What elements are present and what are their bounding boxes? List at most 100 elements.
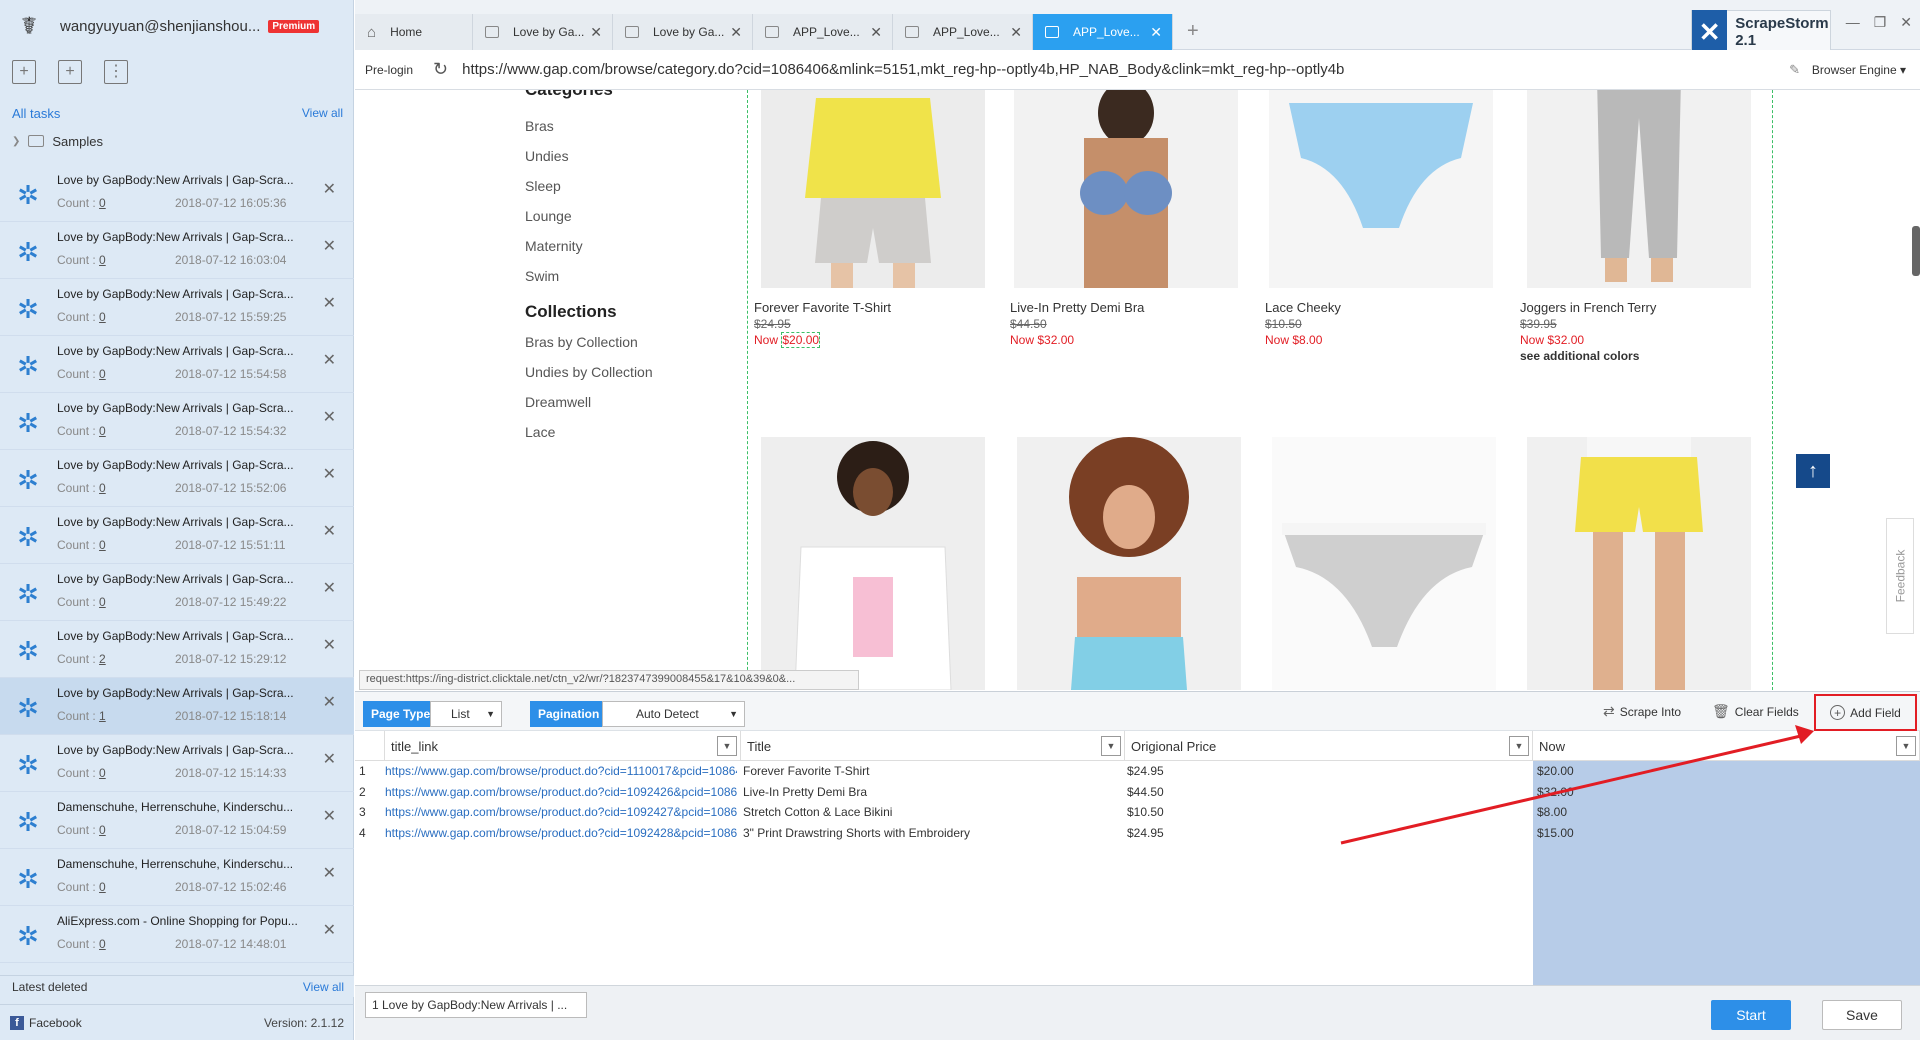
count-value[interactable]: 0 [99, 481, 106, 495]
count-value[interactable]: 0 [99, 823, 106, 837]
scrape-into-button[interactable]: ⇄ Scrape Into [1603, 703, 1681, 720]
url-field[interactable]: https://www.gap.com/browse/category.do?c… [462, 61, 1344, 78]
task-item[interactable]: ✲ Damenschuhe, Herrenschuhe, Kinderschu..… [0, 849, 354, 906]
task-name[interactable]: Damenschuhe, Herrenschuhe, Kinderschu... [57, 800, 302, 814]
clear-fields-button[interactable]: 🗑 Clear Fields [1712, 703, 1799, 720]
close-icon[interactable]: ✕ [323, 350, 336, 370]
task-item[interactable]: ✲ Love by GapBody:New Arrivals | Gap-Scra… [0, 564, 354, 621]
close-icon[interactable]: ✕ [323, 521, 336, 541]
column-menu-icon[interactable]: ▼ [1509, 736, 1529, 756]
view-all-deleted-link[interactable]: View all [303, 980, 344, 994]
count-value[interactable]: 0 [99, 196, 106, 210]
column-header[interactable]: Origional Price ▼ [1125, 731, 1533, 761]
task-item[interactable]: ✲ Love by GapBody:New Arrivals | Gap-Scra… [0, 735, 354, 792]
task-name[interactable]: Love by GapBody:New Arrivals | Gap-Scra.… [57, 173, 302, 187]
category-link[interactable]: Sleep [525, 178, 613, 208]
task-name[interactable]: AliExpress.com - Online Shopping for Pop… [57, 914, 302, 928]
task-item[interactable]: ✲ Love by GapBody:New Arrivals | Gap-Scra… [0, 621, 354, 678]
cell-now[interactable]: $15.00 [1533, 822, 1920, 843]
task-name[interactable]: Love by GapBody:New Arrivals | Gap-Scra.… [57, 686, 302, 700]
cell-original-price[interactable]: $24.95 [1123, 761, 1531, 781]
new-folder-icon[interactable]: + [58, 60, 82, 84]
user-email[interactable]: wangyuyuan@shenjianshou... [60, 18, 260, 35]
close-icon[interactable]: ✕ [323, 863, 336, 883]
start-button[interactable]: Start [1711, 1000, 1791, 1030]
close-icon[interactable]: ✕ [590, 24, 602, 41]
product-card[interactable]: Joggers in French Terry $39.95 Now $32.0… [1520, 90, 1751, 363]
samples-folder[interactable]: ❯ Samples [0, 126, 353, 156]
cell-original-price[interactable]: $10.50 [1123, 802, 1531, 822]
task-name[interactable]: Love by GapBody:New Arrivals | Gap-Scra.… [57, 515, 302, 529]
cell-now[interactable]: $8.00 [1533, 802, 1920, 822]
close-icon[interactable]: ✕ [1150, 24, 1162, 41]
cell-now[interactable]: $32.00 [1533, 781, 1920, 802]
product-image[interactable] [1269, 90, 1493, 288]
cell-title[interactable]: Stretch Cotton & Lace Bikini [739, 802, 1123, 822]
tab-task-4[interactable]: APP_Love... ✕ [893, 14, 1033, 50]
restore-icon[interactable]: ❐ [1874, 14, 1887, 31]
page-scrollbar-thumb[interactable] [1912, 226, 1920, 276]
product-card[interactable] [1272, 437, 1502, 690]
task-item[interactable]: ✲ Love by GapBody:New Arrivals | Gap-Scra… [0, 507, 354, 564]
category-link[interactable]: Bras [525, 118, 613, 148]
close-icon[interactable]: ✕ [1010, 24, 1022, 41]
task-name[interactable]: Love by GapBody:New Arrivals | Gap-Scra.… [57, 743, 302, 757]
task-item[interactable]: ✲AliExpress.com - Online Shopping for Po… [0, 963, 354, 965]
task-name[interactable]: Love by GapBody:New Arrivals | Gap-Scra.… [57, 287, 302, 301]
close-icon[interactable]: ✕ [323, 635, 336, 655]
trash-icon[interactable]: ⋮ [104, 60, 128, 84]
tab-task-5-active[interactable]: APP_Love... ✕ [1033, 14, 1173, 50]
product-image[interactable] [761, 437, 985, 690]
cell-original-price[interactable]: $24.95 [1123, 823, 1531, 843]
count-value[interactable]: 0 [99, 367, 106, 381]
close-icon[interactable]: ✕ [323, 179, 336, 199]
cell-title[interactable]: Forever Favorite T-Shirt [739, 761, 1123, 781]
collection-link[interactable]: Dreamwell [525, 394, 653, 424]
close-icon[interactable]: ✕ [323, 407, 336, 427]
see-additional-colors-link[interactable]: see additional colors [1520, 349, 1750, 363]
close-icon[interactable]: ✕ [323, 749, 336, 769]
close-icon[interactable]: ✕ [323, 692, 336, 712]
task-item[interactable]: ✲ Love by GapBody:New Arrivals | Gap-Scra… [0, 393, 354, 450]
task-item[interactable]: ✲ Love by GapBody:New Arrivals | Gap-Scra… [0, 222, 354, 279]
view-all-link[interactable]: View all [302, 106, 343, 120]
collection-link[interactable]: Lace [525, 424, 653, 454]
task-name[interactable]: Love by GapBody:New Arrivals | Gap-Scra.… [57, 401, 302, 415]
table-row[interactable]: 2 https://www.gap.com/browse/product.do?c… [355, 781, 1920, 802]
task-item[interactable]: ✲AliExpress.com - Online Shopping for Po… [0, 906, 354, 963]
table-row[interactable]: 4 https://www.gap.com/browse/product.do?c… [355, 822, 1920, 843]
add-field-button[interactable]: + Add Field [1814, 694, 1917, 731]
cell-title[interactable]: Live-In Pretty Demi Bra [739, 782, 1123, 802]
task-chip[interactable]: 1 Love by GapBody:New Arrivals | ... [365, 992, 587, 1018]
count-value[interactable]: 0 [99, 766, 106, 780]
product-image[interactable] [761, 90, 985, 288]
product-card[interactable] [761, 437, 991, 690]
edit-pencil-icon[interactable]: ✎ [1789, 62, 1800, 78]
product-card[interactable] [1017, 437, 1247, 690]
facebook-link[interactable]: f Facebook [10, 1015, 82, 1030]
count-value[interactable]: 0 [99, 937, 106, 951]
product-image[interactable] [1527, 437, 1751, 690]
product-name[interactable]: Joggers in French Terry [1520, 300, 1750, 315]
pre-login-button[interactable]: Pre-login [365, 63, 413, 77]
product-card[interactable] [1527, 437, 1757, 690]
column-menu-icon[interactable]: ▼ [1896, 736, 1916, 756]
product-name[interactable]: Live-In Pretty Demi Bra [1010, 300, 1240, 315]
count-value[interactable]: 1 [99, 709, 106, 723]
task-item[interactable]: ✲ Love by GapBody:New Arrivals | Gap-Scra… [0, 279, 354, 336]
task-name[interactable]: Love by GapBody:New Arrivals | Gap-Scra.… [57, 344, 302, 358]
task-name[interactable]: Damenschuhe, Herrenschuhe, Kinderschu... [57, 857, 302, 871]
cell-title-link[interactable]: https://www.gap.com/browse/product.do?ci… [381, 802, 737, 822]
tab-task-2[interactable]: Love by Ga... ✕ [613, 14, 753, 50]
collection-link[interactable]: Bras by Collection [525, 334, 653, 364]
task-name[interactable]: Love by GapBody:New Arrivals | Gap-Scra.… [57, 572, 302, 586]
close-window-icon[interactable]: ✕ [1900, 14, 1912, 31]
cell-original-price[interactable]: $44.50 [1123, 782, 1531, 802]
product-card[interactable]: Live-In Pretty Demi Bra $44.50 Now $32.0… [1010, 90, 1240, 347]
product-card[interactable]: Forever Favorite T-Shirt $24.95 Now $20.… [754, 90, 985, 348]
task-name[interactable]: Love by GapBody:New Arrivals | Gap-Scra.… [57, 458, 302, 472]
cell-title-link[interactable]: https://www.gap.com/browse/product.do?ci… [381, 761, 737, 781]
cell-title-link[interactable]: https://www.gap.com/browse/product.do?ci… [381, 782, 737, 802]
product-name[interactable]: Forever Favorite T-Shirt [754, 300, 984, 315]
close-icon[interactable]: ✕ [323, 293, 336, 313]
